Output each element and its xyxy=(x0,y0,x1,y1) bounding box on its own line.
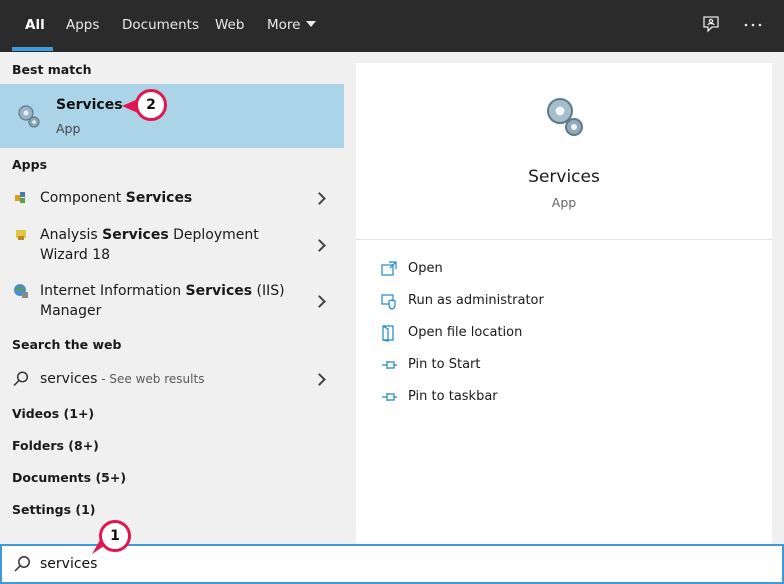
action-label: Run as administrator xyxy=(408,293,544,308)
tab-apps[interactable]: Apps xyxy=(66,0,99,52)
shield-icon xyxy=(380,292,398,310)
divider xyxy=(356,239,772,240)
results-panel: Best match Services App Apps Component S… xyxy=(0,52,344,544)
pin-icon xyxy=(380,356,398,374)
detail-subtitle: App xyxy=(551,195,577,210)
best-match-subtitle: App xyxy=(56,121,81,136)
action-open[interactable]: Open xyxy=(380,259,680,281)
best-match-item[interactable]: Services App xyxy=(0,84,344,148)
iis-manager-icon xyxy=(12,282,30,300)
app-item-analysis-services[interactable]: Analysis Services Deployment Wizard 18 xyxy=(0,223,344,267)
more-options-icon[interactable] xyxy=(742,14,764,36)
tab-web-label: Web xyxy=(215,17,245,33)
app-item-label-line2: Wizard 18 xyxy=(40,247,111,263)
analysis-services-icon xyxy=(12,226,30,244)
web-search-label: services - See web results xyxy=(40,371,205,387)
app-item-label: Internet Information Services (IIS) xyxy=(40,283,285,299)
active-tab-indicator xyxy=(12,47,53,51)
search-web-heading: Search the web xyxy=(12,337,122,352)
search-input[interactable]: services xyxy=(40,556,97,572)
app-item-iis-manager[interactable]: Internet Information Services (IIS) Mana… xyxy=(0,279,344,323)
category-folders[interactable]: Folders (8+) xyxy=(12,438,99,453)
search-icon xyxy=(12,370,30,388)
chevron-right-icon[interactable] xyxy=(313,295,326,308)
chevron-down-icon xyxy=(306,21,317,27)
action-label: Pin to Start xyxy=(408,357,481,372)
tab-more[interactable]: More xyxy=(267,0,317,52)
detail-panel: Services App Open Run as administrator O… xyxy=(356,63,772,544)
tab-documents[interactable]: Documents xyxy=(122,0,199,52)
chevron-right-icon[interactable] xyxy=(313,239,326,252)
best-match-heading: Best match xyxy=(12,62,92,77)
action-run-as-administrator[interactable]: Run as administrator xyxy=(380,291,680,313)
services-gear-icon xyxy=(540,93,588,141)
apps-heading: Apps xyxy=(12,157,48,172)
chevron-right-icon[interactable] xyxy=(313,192,326,205)
pin-icon xyxy=(380,388,398,406)
action-pin-to-taskbar[interactable]: Pin to taskbar xyxy=(380,387,680,409)
category-documents[interactable]: Documents (5+) xyxy=(12,470,126,485)
component-services-icon xyxy=(12,189,30,207)
tab-all-label: All xyxy=(25,17,45,33)
tab-more-label: More xyxy=(267,17,301,33)
tab-documents-label: Documents xyxy=(122,17,199,33)
app-item-label-line2: Manager xyxy=(40,303,102,319)
app-item-label: Component Services xyxy=(40,190,193,206)
action-open-file-location[interactable]: Open file location xyxy=(380,323,680,345)
search-icon xyxy=(12,554,32,574)
open-icon xyxy=(380,260,398,278)
services-gear-icon xyxy=(14,102,42,130)
action-label: Pin to taskbar xyxy=(408,389,498,404)
callout-badge-2: 2 xyxy=(135,89,167,121)
category-videos[interactable]: Videos (1+) xyxy=(12,406,94,421)
detail-title: Services xyxy=(528,167,600,187)
app-item-component-services[interactable]: Component Services xyxy=(0,186,344,210)
tab-apps-label: Apps xyxy=(66,17,100,33)
callout-badge-1: 1 xyxy=(99,520,131,552)
tab-web[interactable]: Web xyxy=(215,0,244,52)
best-match-title: Services xyxy=(56,97,123,113)
app-item-label: Analysis Services Deployment xyxy=(40,227,259,243)
feedback-icon[interactable] xyxy=(700,14,722,36)
category-settings[interactable]: Settings (1) xyxy=(12,502,95,517)
action-pin-to-start[interactable]: Pin to Start xyxy=(380,355,680,377)
action-label: Open file location xyxy=(408,325,523,340)
tab-all[interactable]: All xyxy=(25,0,45,52)
web-search-item[interactable]: services - See web results xyxy=(0,367,344,391)
chevron-right-icon[interactable] xyxy=(313,373,326,386)
action-label: Open xyxy=(408,261,443,276)
folder-icon xyxy=(380,324,398,342)
search-scope-bar: All Apps Documents Web More xyxy=(0,0,784,52)
